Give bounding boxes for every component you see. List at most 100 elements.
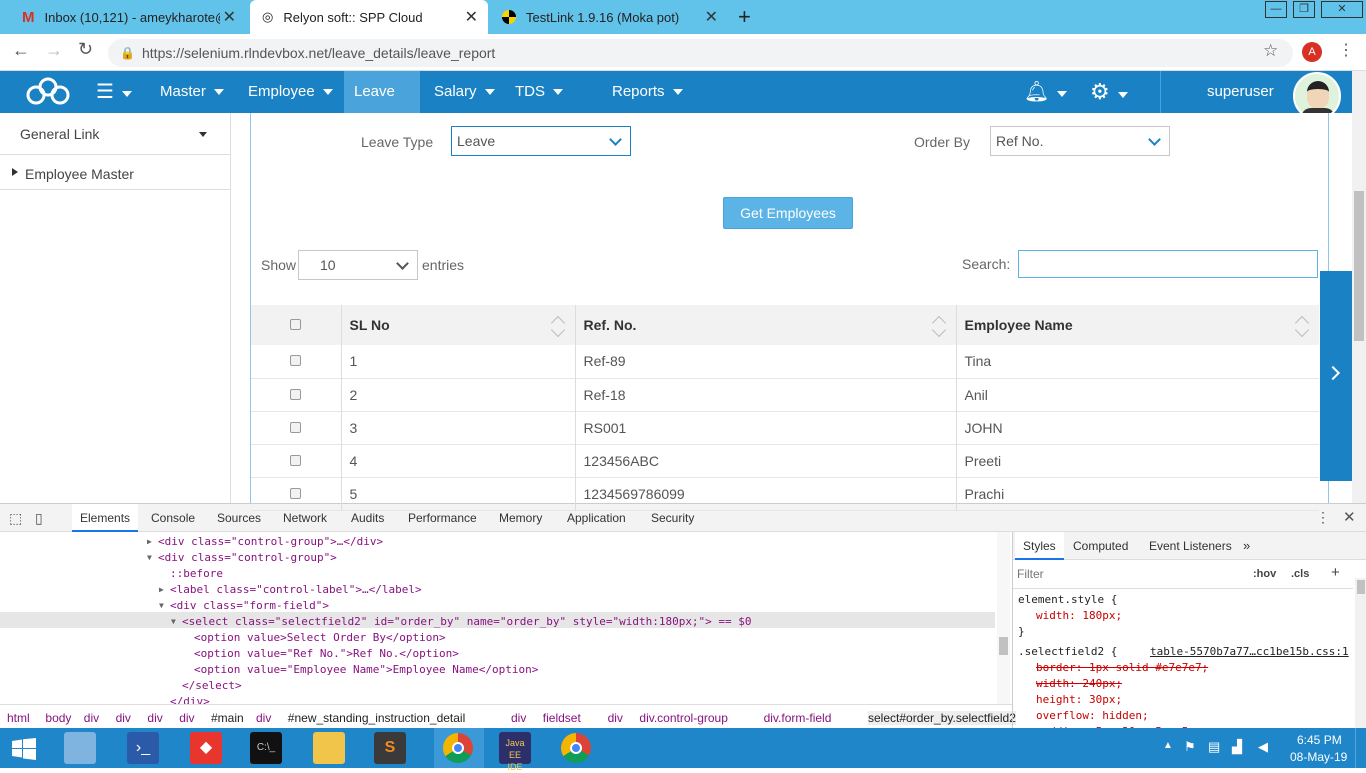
device-toolbar-icon[interactable]: ▯ xyxy=(35,510,43,527)
user-name[interactable]: superuser xyxy=(1197,71,1284,113)
windows-start-icon[interactable] xyxy=(12,738,36,760)
style-rule-line[interactable]: .selectfield2 { xyxy=(1018,644,1117,660)
tray-arrow-icon[interactable]: ▲ xyxy=(1163,740,1173,751)
close-window-icon[interactable]: ✕ xyxy=(1321,1,1363,18)
row-checkbox[interactable] xyxy=(290,388,302,400)
dom-node-line[interactable]: ::before xyxy=(170,566,223,582)
leave-type-select[interactable]: Leave xyxy=(451,126,631,156)
select-all-checkbox[interactable] xyxy=(290,319,302,330)
cmd-icon[interactable]: C:\_ xyxy=(250,732,282,764)
breadcrumb-item[interactable]: div xyxy=(147,711,162,725)
nav-reports[interactable]: Reports xyxy=(602,71,693,113)
inspect-icon[interactable]: ⬚ xyxy=(9,510,22,527)
hov-toggle[interactable]: :hov xyxy=(1253,568,1276,580)
dom-node-line[interactable]: <div class="control-group"> xyxy=(158,550,337,566)
more-tabs-icon[interactable]: » xyxy=(1243,538,1250,553)
tab-gmail[interactable]: M Inbox (10,121) - ameykharote@g ✕ xyxy=(10,0,246,34)
sidebar-header[interactable]: General Link xyxy=(0,113,230,155)
star-icon[interactable]: ☆ xyxy=(1263,41,1278,61)
restore-icon[interactable]: ❐ xyxy=(1293,1,1315,18)
styles-tab-2[interactable]: Event Listeners xyxy=(1141,532,1240,560)
new-tab-icon[interactable]: + xyxy=(738,4,751,30)
table-row[interactable]: 4 123456ABC Preeti xyxy=(251,444,1319,477)
select-all-cell[interactable] xyxy=(251,305,342,345)
get-employees-button[interactable]: Get Employees xyxy=(723,197,853,229)
style-rule-line[interactable]: border: 1px solid #e7e7e7; xyxy=(1036,660,1208,676)
dom-node-line[interactable]: <div class="control-group">…</div> xyxy=(158,534,383,550)
table-row[interactable]: 3 RS001 JOHN xyxy=(251,411,1319,444)
tray-signal-icon[interactable]: ▟ xyxy=(1232,739,1242,755)
expand-toggle-icon[interactable]: ▼ xyxy=(147,550,152,566)
row-checkbox[interactable] xyxy=(290,454,302,466)
profile-avatar[interactable]: A xyxy=(1302,42,1322,62)
logo-icon[interactable] xyxy=(24,77,72,107)
breadcrumb-item[interactable]: #new_standing_instruction_detail xyxy=(288,711,465,725)
url-bar[interactable]: 🔒 https://selenium.rlndevbox.net/leave_d… xyxy=(108,39,1293,67)
style-rule-line[interactable]: width: 240px; xyxy=(1036,676,1122,692)
dom-node-line[interactable]: <option value="Employee Name">Employee N… xyxy=(194,662,538,678)
breadcrumb-item[interactable]: div xyxy=(511,711,526,725)
row-checkbox[interactable] xyxy=(290,355,302,367)
breadcrumb-item[interactable]: div xyxy=(84,711,99,725)
table-row[interactable]: 1 Ref-89 Tina xyxy=(251,345,1319,378)
clock-date[interactable]: 08-May-19 xyxy=(1290,750,1347,764)
forward-icon[interactable]: → xyxy=(45,40,63,61)
expand-toggle-icon[interactable]: ▼ xyxy=(159,598,164,614)
dom-node-line[interactable]: <option value>Select Order By</option> xyxy=(194,630,446,646)
nav-salary[interactable]: Salary xyxy=(424,71,505,113)
breadcrumb-item[interactable]: div.control-group xyxy=(639,711,728,725)
breadcrumb-item[interactable]: select#order_by.selectfield2 xyxy=(868,711,1016,725)
breadcrumb-item[interactable]: body xyxy=(45,711,71,725)
close-icon[interactable]: ✕ xyxy=(705,7,718,27)
devtools-menu-icon[interactable]: ⋮ xyxy=(1316,509,1330,526)
minimize-icon[interactable]: — xyxy=(1265,1,1287,18)
sidebar-item-employee-master[interactable]: Employee Master xyxy=(0,156,230,190)
breadcrumb-item[interactable]: #main xyxy=(211,711,244,725)
style-rule-line[interactable]: width: 180px; xyxy=(1036,608,1122,624)
eclipse-icon[interactable]: Java EE IDE xyxy=(499,732,531,772)
close-icon[interactable]: ✕ xyxy=(223,7,236,27)
next-panel-button[interactable] xyxy=(1320,271,1352,481)
hamburger-menu[interactable]: ☰ xyxy=(86,71,142,113)
nav-leave[interactable]: Leave xyxy=(344,71,420,138)
breadcrumb-item[interactable]: div xyxy=(179,711,194,725)
col-ref-no[interactable]: Ref. No. xyxy=(575,305,957,345)
notifications-menu[interactable]: 🔔︎ xyxy=(1014,71,1077,113)
tray-battery-icon[interactable]: ▤ xyxy=(1208,739,1220,755)
devtools-close-icon[interactable]: ✕ xyxy=(1343,508,1356,526)
dom-node-line[interactable]: <label class="control-label">…</label> xyxy=(170,582,422,598)
breadcrumb-item[interactable]: div xyxy=(116,711,131,725)
file-manager-icon[interactable] xyxy=(64,732,96,764)
breadcrumb-item[interactable]: fieldset xyxy=(543,711,581,725)
cls-toggle[interactable]: .cls xyxy=(1291,568,1309,580)
styles-filter-input[interactable] xyxy=(1017,564,1242,584)
back-icon[interactable]: ← xyxy=(12,40,30,61)
entries-select[interactable]: 10 xyxy=(298,250,418,280)
style-rule-line[interactable]: overflow: hidden; xyxy=(1036,708,1149,724)
dom-node-line[interactable]: <div class="form-field"> xyxy=(170,598,329,614)
dom-node-line[interactable]: <select class="selectfield2" id="order_b… xyxy=(182,614,752,630)
settings-menu[interactable]: ⚙ xyxy=(1080,71,1138,113)
devtools-tab-console[interactable]: Console xyxy=(143,504,203,532)
stylesheet-link[interactable]: table-5570b7a77…cc1be15b.css:1 xyxy=(1150,644,1349,660)
tray-network-icon[interactable]: ⚑ xyxy=(1184,739,1196,755)
style-rule-line[interactable]: } xyxy=(1018,624,1025,640)
breadcrumb-item[interactable]: div.form-field xyxy=(764,711,832,725)
clock-time[interactable]: 6:45 PM xyxy=(1297,733,1342,747)
breadcrumb-item[interactable]: html xyxy=(7,711,30,725)
dom-node-line[interactable]: <option value="Ref No.">Ref No.</option> xyxy=(194,646,459,662)
chrome-taskbar-active[interactable] xyxy=(434,728,484,768)
powershell-icon[interactable]: ›_ xyxy=(127,732,159,764)
expand-toggle-icon[interactable]: ▶ xyxy=(159,582,164,598)
styles-tab-0[interactable]: Styles xyxy=(1015,532,1064,560)
expand-toggle-icon[interactable]: ▶ xyxy=(147,534,152,550)
nav-employee[interactable]: Employee xyxy=(238,71,343,113)
styles-tab-1[interactable]: Computed xyxy=(1065,532,1136,560)
devtools-tab-elements[interactable]: Elements xyxy=(72,504,139,532)
breadcrumb-item[interactable]: div xyxy=(256,711,271,725)
tab-testlink[interactable]: TestLink 1.9.16 (Moka pot) ✕ xyxy=(490,0,728,34)
styles-scrollbar[interactable] xyxy=(1355,578,1366,728)
show-desktop[interactable] xyxy=(1355,728,1366,768)
close-icon[interactable]: ✕ xyxy=(465,7,478,27)
col-employee-name[interactable]: Employee Name xyxy=(956,305,1319,345)
